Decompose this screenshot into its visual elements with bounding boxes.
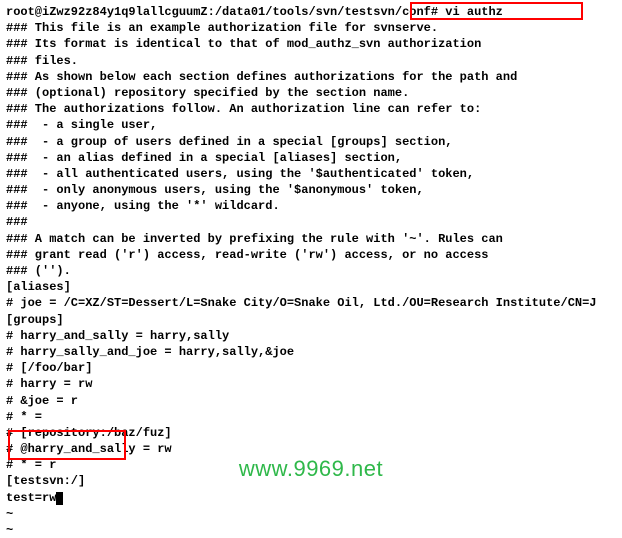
file-line: ### This file is an example authorizatio…	[6, 20, 616, 36]
file-content[interactable]: ### This file is an example authorizatio…	[6, 20, 616, 506]
file-line: [aliases]	[6, 279, 616, 295]
file-line: # joe = /C=XZ/ST=Dessert/L=Snake City/O=…	[6, 295, 616, 311]
file-line: ### files.	[6, 53, 616, 69]
file-line: # harry = rw	[6, 376, 616, 392]
shell-prompt: root@iZwz92z84y1q9lallcguumZ:/data01/too…	[6, 4, 616, 20]
file-line: ### ('').	[6, 263, 616, 279]
file-line: ###	[6, 214, 616, 230]
file-line: # [/foo/bar]	[6, 360, 616, 376]
vi-tilde: ~	[6, 522, 616, 538]
file-line: ### Its format is identical to that of m…	[6, 36, 616, 52]
file-line: ### The authorizations follow. An author…	[6, 101, 616, 117]
file-line: # [repository:/baz/fuz]	[6, 425, 616, 441]
file-line: ### (optional) repository specified by t…	[6, 85, 616, 101]
file-line: ### - only anonymous users, using the '$…	[6, 182, 616, 198]
file-line: ### A match can be inverted by prefixing…	[6, 231, 616, 247]
edited-line: test=rw	[6, 490, 616, 506]
watermark-text: www.9969.net	[239, 454, 383, 484]
file-line: ### - anyone, using the '*' wildcard.	[6, 198, 616, 214]
vi-tilde: ~	[6, 506, 616, 522]
file-line: [groups]	[6, 312, 616, 328]
file-line: # harry_and_sally = harry,sally	[6, 328, 616, 344]
file-line: ### - all authenticated users, using the…	[6, 166, 616, 182]
file-line: ### - an alias defined in a special [ali…	[6, 150, 616, 166]
file-line: # &joe = r	[6, 393, 616, 409]
file-line: # harry_sally_and_joe = harry,sally,&joe	[6, 344, 616, 360]
file-line: ### - a group of users defined in a spec…	[6, 134, 616, 150]
cursor-icon	[56, 492, 63, 505]
file-line: # * =	[6, 409, 616, 425]
file-line: ### grant read ('r') access, read-write …	[6, 247, 616, 263]
file-line: ### As shown below each section defines …	[6, 69, 616, 85]
file-line: ### - a single user,	[6, 117, 616, 133]
